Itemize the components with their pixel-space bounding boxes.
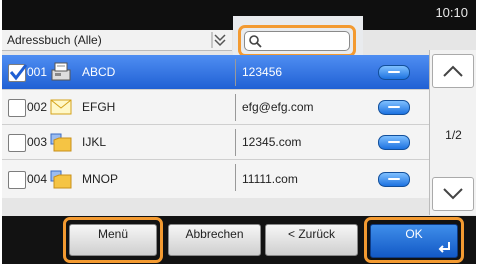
row-number: 001 [27, 65, 48, 79]
row-name: MNOP [82, 172, 118, 186]
fax-icon [51, 62, 71, 81]
cancel-button-label: Abbrechen [185, 227, 244, 241]
back-button-label: < Zurück [287, 227, 335, 241]
table-row[interactable]: 001 ABCD 123456 [2, 55, 429, 90]
email-icon [50, 99, 72, 115]
column-divider [235, 129, 236, 156]
menu-highlight [63, 217, 163, 263]
cancel-button[interactable]: Abbrechen [168, 224, 261, 256]
details-button[interactable] [378, 172, 410, 187]
search-highlight [238, 25, 356, 57]
folder-icon [50, 133, 72, 152]
page-indicator: 1/2 [445, 128, 462, 142]
row-number: 004 [27, 172, 48, 186]
row-number: 003 [27, 135, 48, 149]
row-address: 123456 [242, 65, 283, 79]
double-chevron-down-icon[interactable] [211, 31, 229, 49]
row-name: EFGH [82, 100, 116, 114]
row-checkbox[interactable] [8, 64, 28, 82]
row-address: efg@efg.com [242, 100, 314, 114]
row-name: IJKL [82, 135, 107, 149]
back-button[interactable]: < Zurück [265, 224, 358, 256]
folder-icon [50, 170, 72, 189]
details-button[interactable] [378, 135, 410, 150]
row-name: ABCD [82, 65, 116, 79]
address-book-screen: 10:10 Adressbuch (Alle) 001 ABCD 123456 … [2, 0, 476, 264]
details-button[interactable] [378, 65, 410, 80]
row-number: 002 [27, 100, 48, 114]
details-button[interactable] [378, 100, 410, 115]
address-book-header[interactable]: Adressbuch (Alle) [2, 30, 232, 51]
row-address: 12345.com [242, 135, 302, 149]
chevron-down-icon [443, 188, 463, 200]
address-book-title: Adressbuch (Alle) [7, 33, 102, 47]
table-row[interactable]: 002 EFGH efg@efg.com [2, 89, 429, 125]
column-divider [235, 164, 236, 191]
row-checkbox[interactable] [8, 134, 26, 152]
column-divider [235, 94, 236, 121]
table-row[interactable]: 003 IJKL 12345.com [2, 124, 429, 160]
scroll-down-button[interactable] [432, 177, 474, 211]
table-row[interactable]: 004 MNOP 11111.com [2, 159, 429, 198]
chevron-up-icon [443, 65, 463, 77]
column-divider [235, 59, 236, 86]
clock: 10:10 [435, 5, 468, 20]
row-checkbox[interactable] [8, 171, 26, 189]
ok-highlight [364, 217, 464, 263]
scroll-up-button[interactable] [432, 54, 474, 88]
row-checkbox[interactable] [8, 99, 26, 117]
pager-panel: 1/2 [429, 50, 476, 215]
checkmark-icon [9, 64, 28, 81]
row-address: 11111.com [242, 172, 298, 186]
